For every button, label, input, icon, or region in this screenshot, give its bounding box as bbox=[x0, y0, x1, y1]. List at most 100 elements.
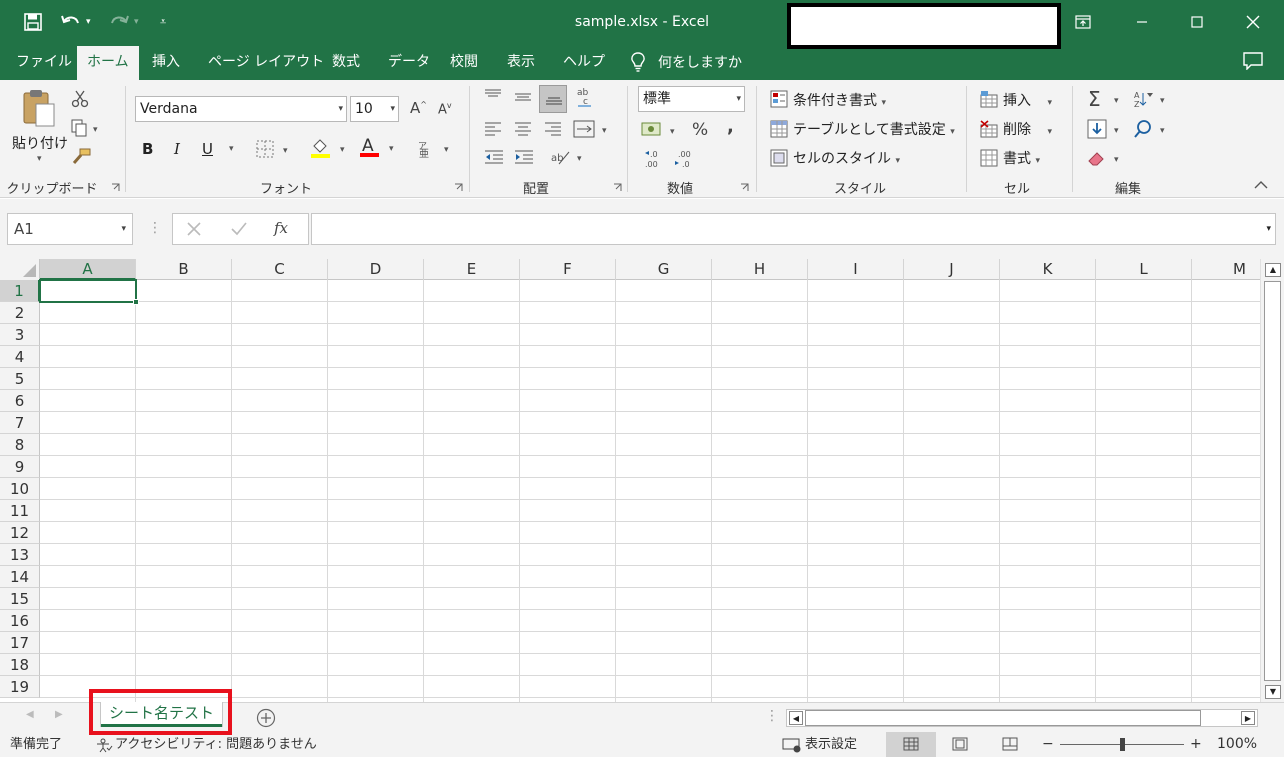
align-left-icon[interactable] bbox=[484, 122, 502, 136]
underline-dropdown-icon[interactable]: ▾ bbox=[229, 144, 234, 154]
clipboard-launcher-icon[interactable] bbox=[111, 183, 120, 192]
tab-home[interactable]: ホーム bbox=[77, 46, 139, 80]
name-box[interactable]: A1 ▾ bbox=[7, 213, 133, 245]
row-header[interactable]: 16 bbox=[0, 610, 40, 632]
column-header[interactable]: A bbox=[40, 259, 136, 280]
conditional-formatting-icon[interactable] bbox=[770, 90, 788, 108]
bold-button[interactable]: B bbox=[142, 140, 153, 158]
tab-view[interactable]: 表示 bbox=[497, 44, 545, 80]
column-header[interactable]: H bbox=[712, 259, 808, 280]
alignment-launcher-icon[interactable] bbox=[613, 183, 622, 192]
column-header[interactable]: G bbox=[616, 259, 712, 280]
column-header[interactable]: L bbox=[1096, 259, 1192, 280]
format-cells-button[interactable]: 書式 ▾ bbox=[1003, 148, 1040, 168]
align-bottom-icon[interactable] bbox=[539, 85, 567, 113]
zoom-out-button[interactable]: − bbox=[1042, 732, 1054, 757]
row-header[interactable]: 4 bbox=[0, 346, 40, 368]
tab-splitter-icon[interactable]: ⋮ bbox=[765, 708, 779, 724]
minimize-icon[interactable] bbox=[1119, 0, 1165, 44]
underline-button[interactable]: U bbox=[202, 140, 213, 158]
increase-indent-icon[interactable] bbox=[514, 150, 534, 166]
find-select-icon[interactable]: ▾ bbox=[1133, 119, 1169, 139]
row-header[interactable]: 8 bbox=[0, 434, 40, 456]
row-header[interactable]: 15 bbox=[0, 588, 40, 610]
next-sheet-icon[interactable]: ▶ bbox=[55, 709, 63, 720]
text-direction-icon[interactable]: ab ▾ bbox=[549, 148, 589, 166]
prev-sheet-icon[interactable]: ◀ bbox=[26, 709, 34, 720]
scroll-left-icon[interactable]: ◀ bbox=[789, 711, 803, 725]
paste-icon[interactable] bbox=[22, 88, 58, 130]
tab-page-layout[interactable]: ページ レイアウト bbox=[198, 44, 334, 80]
column-header[interactable]: F bbox=[520, 259, 616, 280]
number-format-combo[interactable]: 標準 ▾ bbox=[638, 86, 745, 112]
vertical-scrollbar[interactable]: ▲ ▼ bbox=[1260, 259, 1284, 702]
tab-review[interactable]: 校閲 bbox=[440, 44, 488, 80]
column-header[interactable]: B bbox=[136, 259, 232, 280]
accessibility-status[interactable]: アクセシビリティ: 問題ありません bbox=[95, 732, 317, 757]
copy-icon[interactable]: ▾ bbox=[71, 119, 101, 137]
accounting-format-icon[interactable]: ▾ bbox=[641, 120, 683, 140]
align-middle-icon[interactable] bbox=[514, 91, 532, 105]
horizontal-scrollbar[interactable]: ◀ ▶ bbox=[786, 709, 1258, 727]
delete-cells-button[interactable]: 削除 ▾ bbox=[1003, 119, 1052, 139]
tab-formulas[interactable]: 数式 bbox=[322, 44, 370, 80]
number-launcher-icon[interactable] bbox=[740, 183, 749, 192]
wrap-text-icon[interactable]: ▾ bbox=[573, 120, 613, 138]
clear-icon[interactable]: ▾ bbox=[1087, 148, 1127, 168]
column-header[interactable]: E bbox=[424, 259, 520, 280]
collapse-ribbon-icon[interactable] bbox=[1254, 180, 1268, 189]
autosum-icon[interactable]: Σ ▾ bbox=[1087, 88, 1127, 110]
row-header[interactable]: 10 bbox=[0, 478, 40, 500]
horizontal-scroll-thumb[interactable] bbox=[805, 710, 1201, 726]
row-header[interactable]: 9 bbox=[0, 456, 40, 478]
select-all-button[interactable] bbox=[0, 259, 40, 280]
font-name-combo[interactable]: Verdana ▾ bbox=[135, 96, 347, 122]
align-center-icon[interactable] bbox=[514, 122, 532, 136]
column-header[interactable]: D bbox=[328, 259, 424, 280]
align-right-icon[interactable] bbox=[544, 122, 562, 136]
increase-font-size-button[interactable]: A^ bbox=[410, 99, 427, 117]
align-top-icon[interactable] bbox=[484, 89, 502, 103]
font-size-combo[interactable]: 10 ▾ bbox=[350, 96, 399, 122]
format-as-table-icon[interactable] bbox=[770, 120, 788, 138]
cut-icon[interactable] bbox=[71, 90, 89, 108]
format-cells-icon[interactable] bbox=[980, 149, 998, 167]
add-sheet-icon[interactable] bbox=[256, 708, 276, 728]
tab-data[interactable]: データ bbox=[378, 44, 440, 80]
font-launcher-icon[interactable] bbox=[454, 183, 463, 192]
maximize-icon[interactable] bbox=[1174, 0, 1220, 44]
expand-formula-icon[interactable]: ▾ bbox=[1266, 214, 1271, 244]
format-as-table-button[interactable]: テーブルとして書式設定 ▾ bbox=[793, 119, 955, 139]
confirm-entry-icon[interactable] bbox=[230, 221, 248, 237]
column-header[interactable]: M bbox=[1192, 259, 1260, 280]
row-header[interactable]: 14 bbox=[0, 566, 40, 588]
borders-icon[interactable]: ▾ bbox=[256, 140, 292, 158]
insert-cells-icon[interactable] bbox=[980, 90, 998, 108]
vertical-scroll-thumb[interactable] bbox=[1264, 281, 1281, 681]
paste-label[interactable]: 貼り付け bbox=[12, 133, 68, 153]
increase-decimal-icon[interactable]: .0.00 bbox=[642, 148, 664, 170]
zoom-in-button[interactable]: + bbox=[1190, 732, 1202, 757]
row-header[interactable]: 17 bbox=[0, 632, 40, 654]
row-header[interactable]: 13 bbox=[0, 544, 40, 566]
percent-style-button[interactable]: % bbox=[692, 120, 708, 140]
tab-file[interactable]: ファイル bbox=[6, 44, 82, 80]
fill-color-icon[interactable]: ▾ bbox=[310, 137, 350, 159]
paste-dropdown-icon[interactable]: ▾ bbox=[37, 154, 42, 164]
row-header[interactable]: 11 bbox=[0, 500, 40, 522]
formula-input[interactable]: ▾ bbox=[311, 213, 1276, 245]
row-header[interactable]: 6 bbox=[0, 390, 40, 412]
normal-view-button[interactable] bbox=[886, 732, 936, 757]
cell-styles-icon[interactable] bbox=[770, 149, 788, 167]
insert-cells-button[interactable]: 挿入 ▾ bbox=[1003, 90, 1052, 110]
scroll-right-icon[interactable]: ▶ bbox=[1241, 711, 1255, 725]
scroll-down-icon[interactable]: ▼ bbox=[1265, 685, 1281, 699]
column-header[interactable]: K bbox=[1000, 259, 1096, 280]
column-header[interactable]: I bbox=[808, 259, 904, 280]
cancel-entry-icon[interactable] bbox=[186, 221, 202, 237]
column-header[interactable]: C bbox=[232, 259, 328, 280]
cell-area[interactable] bbox=[40, 280, 1260, 702]
row-header[interactable]: 2 bbox=[0, 302, 40, 324]
row-header[interactable]: 1 bbox=[0, 280, 40, 302]
zoom-level[interactable]: 100% bbox=[1217, 732, 1257, 757]
